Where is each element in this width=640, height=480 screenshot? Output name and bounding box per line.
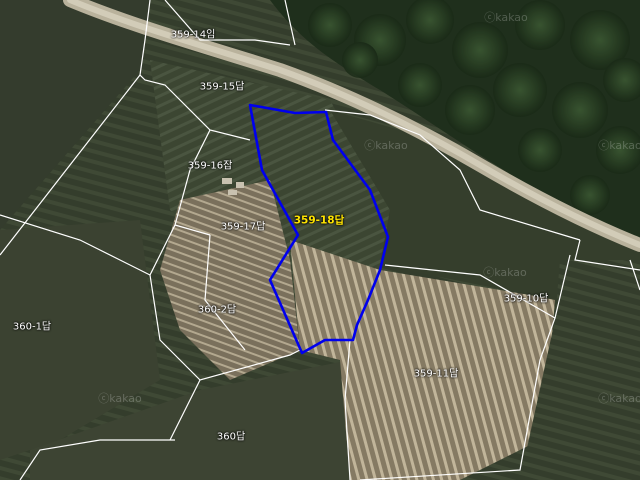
parcel-label-360-1[interactable]: 360-1답	[13, 318, 51, 333]
satellite-map[interactable]: ⓒkakao ⓒkakao ⓒkakao ⓒkakao ⓒkakao ⓒkaka…	[0, 0, 640, 480]
parcel-label-359-14[interactable]: 359-14임	[171, 26, 216, 41]
parcel-label-359-17[interactable]: 359-17답	[221, 218, 266, 233]
map-watermark: ⓒkakao	[364, 139, 408, 152]
parcel-label-360[interactable]: 360답	[217, 428, 245, 443]
map-watermark: ⓒkakao	[598, 139, 640, 152]
map-watermark: ⓒkakao	[483, 266, 527, 279]
map-watermark: ⓒkakao	[484, 11, 528, 24]
map-watermark: ⓒkakao	[98, 392, 142, 405]
parcel-label-360-2[interactable]: 360-2답	[198, 301, 236, 316]
parcel-label-359-16[interactable]: 359-16잡	[188, 157, 233, 172]
parcel-label-359-15[interactable]: 359-15답	[200, 78, 245, 93]
parcel-label-359-11[interactable]: 359-11답	[414, 365, 459, 380]
selected-parcel-label[interactable]: 359-18답	[294, 213, 345, 228]
map-imagery	[0, 0, 640, 480]
parcel-label-359-10[interactable]: 359-10답	[504, 290, 549, 305]
map-watermark: ⓒkakao	[598, 392, 640, 405]
